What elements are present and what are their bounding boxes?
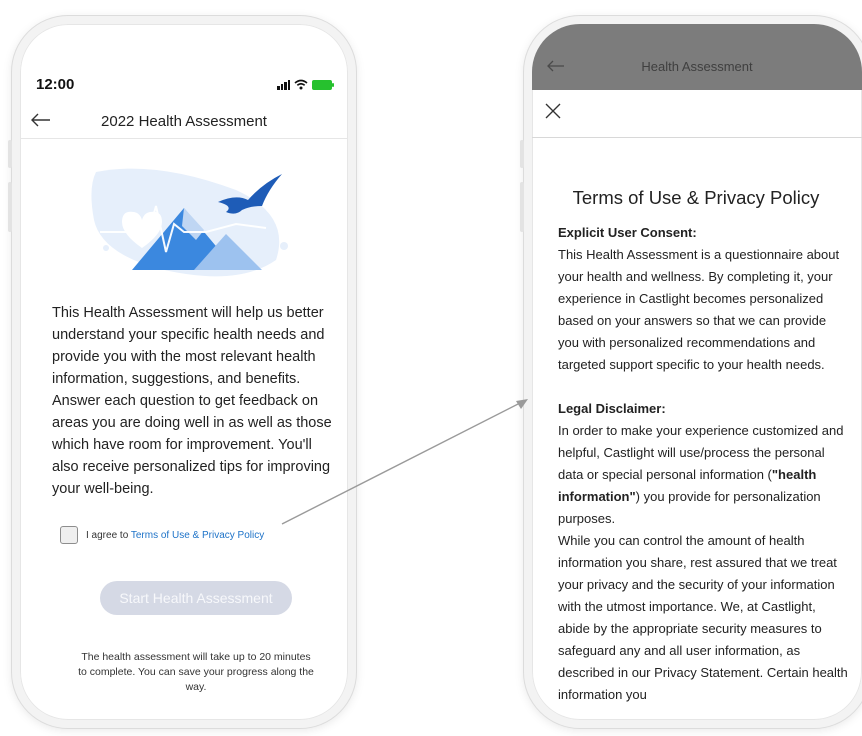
duration-note: The health assessment will take up to 20… — [78, 651, 314, 693]
disclaimer-paragraph-1: In order to make your experience customi… — [558, 420, 850, 530]
terms-content[interactable]: Terms of Use & Privacy Policy Explicit U… — [558, 186, 850, 718]
agree-label: I agree to Terms of Use & Privacy Policy — [86, 530, 264, 541]
status-time: 12:00 — [36, 76, 75, 93]
status-bar: 12:00 — [20, 72, 348, 100]
side-button — [520, 182, 524, 232]
close-icon[interactable] — [544, 102, 562, 120]
health-illustration — [91, 168, 288, 277]
page-title: 2022 Health Assessment — [101, 113, 267, 130]
disclaimer-paragraph-2: While you can control the amount of heal… — [558, 533, 848, 702]
phone-frame-left: 12:00 2022 Health Assessment This Health… — [12, 16, 356, 728]
agree-checkbox[interactable] — [60, 526, 78, 544]
terms-link[interactable]: Terms of Use & Privacy Policy — [131, 530, 264, 541]
header-title: Health Assessment — [641, 59, 753, 74]
status-icons — [277, 79, 334, 90]
side-button — [520, 140, 524, 168]
start-assessment-button[interactable]: Start Health Assessment — [100, 581, 292, 615]
agree-row: I agree to Terms of Use & Privacy Policy — [60, 524, 264, 546]
modal-title: Terms of Use & Privacy Policy — [572, 187, 820, 208]
intro-text: This Health Assessment will help us bett… — [52, 305, 332, 497]
agree-prefix: I agree to — [86, 529, 131, 541]
battery-icon — [312, 79, 334, 90]
consent-heading: Explicit User Consent: — [558, 225, 697, 240]
disclaimer-heading: Legal Disclaimer: — [558, 401, 666, 416]
side-button — [8, 182, 12, 232]
signal-icon — [277, 79, 290, 90]
consent-text: This Health Assessment is a questionnair… — [558, 247, 840, 372]
dimmed-header: Health Assessment — [532, 24, 862, 90]
divider — [532, 137, 862, 138]
side-button — [8, 140, 12, 168]
nav-bar: 2022 Health Assessment — [20, 106, 348, 139]
wifi-icon — [294, 79, 308, 90]
phone-frame-right: Health Assessment Terms of Use & Privacy… — [524, 16, 862, 728]
